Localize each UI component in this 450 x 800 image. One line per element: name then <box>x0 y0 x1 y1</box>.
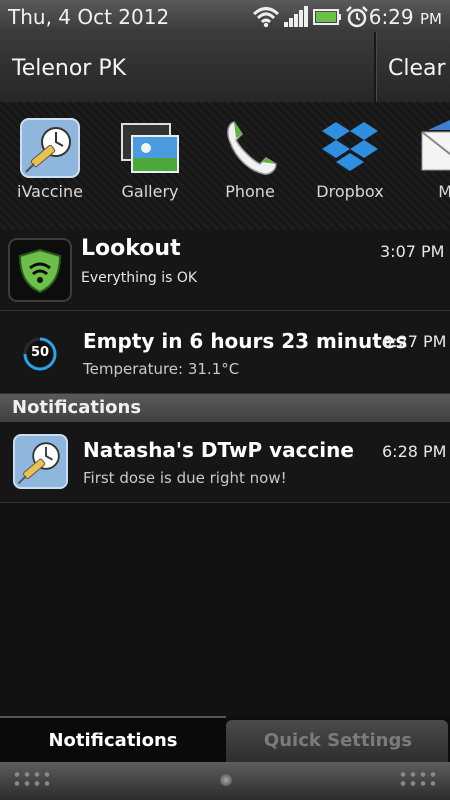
wifi-icon <box>252 6 280 32</box>
phone-icon <box>220 118 280 178</box>
status-time-suffix: PM <box>420 10 442 28</box>
recent-app-phone[interactable]: Phone <box>205 112 295 222</box>
alarm-icon <box>345 6 369 32</box>
notification-subtitle: Everything is OK <box>81 270 198 286</box>
recent-app-gallery[interactable]: Gallery <box>105 112 195 222</box>
gallery-icon <box>120 118 180 178</box>
handle-knob-icon[interactable] <box>220 774 232 786</box>
notification-title: Lookout <box>81 236 181 261</box>
grip-dots-icon <box>398 770 438 788</box>
battery-level-badge: 50 <box>30 345 50 360</box>
recent-app-mail[interactable]: Ma <box>405 112 450 222</box>
recent-app-label: Phone <box>225 182 275 201</box>
grip-dots-icon <box>12 770 52 788</box>
recent-app-ivaccine[interactable]: iVaccine <box>5 112 95 222</box>
notification-time: 6:28 PM <box>382 442 447 461</box>
empty-area <box>0 503 450 716</box>
tab-quick-settings-label[interactable]: Quick Settings <box>226 730 450 751</box>
notification-title: Natasha's DTwP vaccine <box>83 438 354 462</box>
signal-icon <box>283 6 309 32</box>
ivaccine-icon <box>13 434 68 489</box>
status-date: Thu, 4 Oct 2012 <box>8 5 170 29</box>
tab-notifications-label[interactable]: Notifications <box>0 730 226 751</box>
battery-status-icon <box>313 6 343 32</box>
status-time-value: 6:29 <box>368 5 414 29</box>
battery-icon: 50 <box>22 336 58 372</box>
recent-app-label: Gallery <box>121 182 179 201</box>
notification-subtitle: First dose is due right now! <box>83 469 287 487</box>
carrier-name: Telenor PK <box>12 56 127 81</box>
recent-app-label: iVaccine <box>17 182 83 201</box>
notification-title: Empty in 6 hours 23 minutes <box>83 329 408 353</box>
notification-time: 6:27 PM <box>382 332 447 351</box>
ivaccine-icon <box>20 118 80 178</box>
notification-time: 3:07 PM <box>380 242 445 261</box>
lookout-shield-icon <box>8 238 72 302</box>
mail-icon <box>420 118 450 178</box>
clear-button-label[interactable]: Clear <box>388 56 446 81</box>
recent-app-dropbox[interactable]: Dropbox <box>305 112 395 222</box>
section-header-label: Notifications <box>12 397 142 418</box>
notification-subtitle: Temperature: 31.1°C <box>83 360 240 378</box>
recent-app-label: Dropbox <box>316 182 384 201</box>
recent-app-label: Ma <box>438 182 450 201</box>
dropbox-icon <box>320 118 380 178</box>
status-time: 6:29 PM <box>369 5 442 29</box>
